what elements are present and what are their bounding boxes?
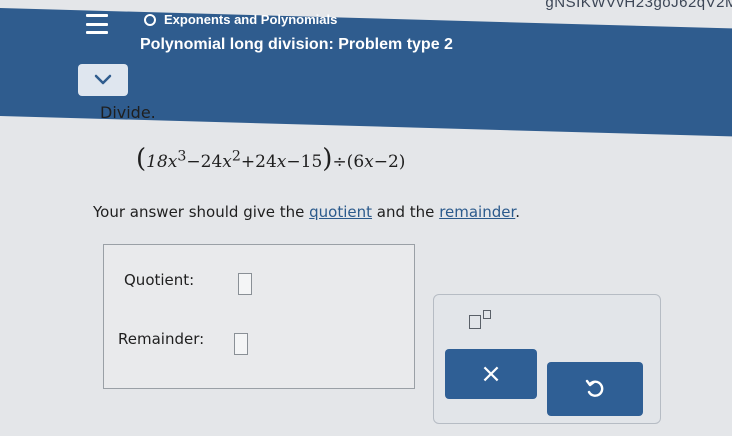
progress-circle-icon bbox=[144, 13, 156, 26]
instruction-text: Your answer should give the quotient and… bbox=[93, 203, 520, 221]
topic-row: Exponents and Polynomials bbox=[144, 12, 337, 27]
topic-title: Exponents and Polynomials bbox=[164, 12, 338, 27]
instruction-suffix: . bbox=[515, 203, 521, 221]
answer-box: Quotient: Remainder: bbox=[103, 244, 415, 389]
quotient-input[interactable] bbox=[238, 273, 252, 295]
close-icon: × bbox=[480, 359, 502, 389]
undo-icon bbox=[585, 379, 604, 397]
math-expression: (18x3−24x2+24x−15)÷(6x−2) bbox=[136, 144, 406, 174]
clear-button[interactable]: × bbox=[445, 349, 537, 399]
hamburger-menu-icon[interactable] bbox=[86, 14, 108, 34]
quotient-link[interactable]: quotient bbox=[309, 203, 372, 221]
remainder-label: Remainder: bbox=[118, 330, 205, 348]
instruction-prefix: Your answer should give the bbox=[93, 203, 310, 221]
remainder-input[interactable] bbox=[234, 333, 248, 355]
exponent-power-box-icon bbox=[483, 309, 491, 319]
problem-prompt: Divide. bbox=[100, 103, 156, 122]
problem-title: Polynomial long division: Problem type 2 bbox=[140, 36, 453, 53]
exponent-base-box-icon bbox=[469, 315, 481, 329]
remainder-link[interactable]: remainder bbox=[439, 203, 515, 221]
quotient-label: Quotient: bbox=[124, 271, 195, 289]
chevron-down-icon bbox=[94, 74, 112, 85]
exponent-button[interactable] bbox=[452, 298, 508, 338]
undo-button[interactable] bbox=[547, 362, 643, 416]
collapse-button[interactable] bbox=[78, 64, 128, 96]
instruction-middle: and the bbox=[372, 203, 440, 221]
